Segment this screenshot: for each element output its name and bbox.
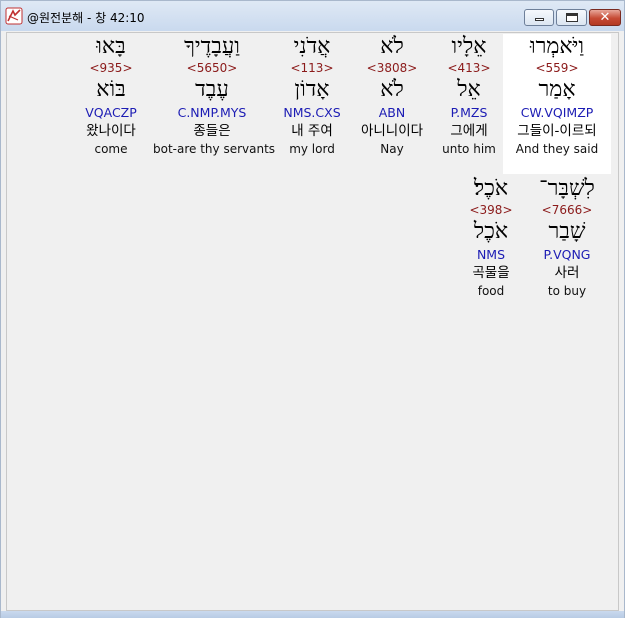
- minimize-icon: [525, 10, 553, 25]
- strong-number: <7666>: [541, 203, 593, 217]
- close-button[interactable]: ✕: [589, 9, 621, 26]
- strong-number: <3808>: [366, 61, 418, 75]
- morphology-code: P.MZS: [450, 105, 488, 120]
- morphology-code: VQACZP: [85, 105, 137, 120]
- close-icon: ✕: [599, 10, 611, 25]
- hebrew-word: לֹא: [380, 34, 404, 59]
- hebrew-lemma: שָׁבַר: [548, 219, 586, 244]
- english-gloss: bot-are thy servants: [153, 142, 276, 156]
- word-cell[interactable]: וַעֲבָדֶיךָ <5650> עֶבֶד C.NMP.MYS 종들은 bot-ar…: [153, 34, 276, 174]
- title-bar[interactable]: @원전분해 - 창 42:10 ✕: [1, 1, 624, 31]
- window-bottom-frame: [1, 611, 624, 618]
- window-title: @원전분해 - 창 42:10: [27, 11, 145, 25]
- verse-analysis-pane: וַיֹּאמְרוּ <559> אָמַר CW.VQIMZP 그들이-이르되 And…: [6, 32, 619, 611]
- word-cell[interactable]: אֲדֹנִי <113> אָדוֹן NMS.CXS 내 주여 my lord: [277, 34, 347, 174]
- hebrew-lemma: אֹכֶל: [473, 219, 509, 244]
- strong-number: <413>: [447, 61, 491, 75]
- hebrew-lemma: אָמַר: [538, 77, 576, 102]
- morphology-code: NMS.CXS: [283, 105, 341, 120]
- word-cell[interactable]: אֵלָיו <413> אֵל P.MZS 그에게 unto him: [438, 34, 500, 174]
- minimize-button[interactable]: [524, 9, 554, 26]
- word-cell[interactable]: אֹכֶל׃ <398> אֹכֶל NMS 곡물을 food: [463, 176, 519, 312]
- hebrew-word: בָּאוּ: [96, 34, 126, 59]
- strong-number: <559>: [535, 61, 579, 75]
- morphology-code: NMS: [476, 247, 506, 262]
- maximize-icon: [557, 10, 586, 25]
- korean-gloss: 그들이-이르되: [517, 123, 597, 139]
- hebrew-lemma: לֹא: [380, 77, 404, 102]
- morphology-code: CW.VQIMZP: [520, 105, 594, 120]
- morphology-code: P.VQNG: [543, 247, 591, 262]
- korean-gloss: 곡물을: [472, 265, 510, 281]
- maximize-button[interactable]: [556, 9, 587, 26]
- english-gloss: food: [477, 284, 505, 298]
- hebrew-lemma: בּוֹא: [96, 77, 126, 102]
- hebrew-word: וַעֲבָדֶיךָ: [184, 34, 240, 59]
- app-icon: [5, 7, 23, 25]
- korean-gloss: 아니니이다: [360, 123, 424, 139]
- hebrew-word: אֵלָיו: [451, 34, 487, 59]
- word-cell[interactable]: בָּאוּ <935> בּוֹא VQACZP 왔나이다 come: [78, 34, 144, 174]
- hebrew-lemma: עֶבֶד: [195, 77, 229, 102]
- hebrew-word: לִשְׁבָּר־: [539, 176, 595, 201]
- english-gloss: come: [94, 142, 128, 156]
- word-cell[interactable]: וַיֹּאמְרוּ <559> אָמַר CW.VQIMZP 그들이-이르되 And…: [503, 34, 611, 174]
- korean-gloss: 종들은: [193, 123, 231, 139]
- strong-number: <5650>: [186, 61, 238, 75]
- english-gloss: to buy: [547, 284, 587, 298]
- english-gloss: Nay: [380, 142, 404, 156]
- app-window: @원전분해 - 창 42:10 ✕ וַיֹּאמְרוּ <559> אָמַר C…: [0, 0, 625, 618]
- korean-gloss: 그에게: [450, 123, 488, 139]
- hebrew-word: אֹכֶל׃: [473, 176, 509, 201]
- strong-number: <113>: [290, 61, 334, 75]
- hebrew-word: וַיֹּאמְרוּ: [529, 34, 585, 59]
- english-gloss: And they said: [515, 142, 599, 156]
- hebrew-lemma: אָדוֹן: [294, 77, 330, 102]
- morphology-code: C.NMP.MYS: [177, 105, 247, 120]
- morphology-code: ABN: [378, 105, 406, 120]
- english-gloss: my lord: [289, 142, 335, 156]
- strong-number: <935>: [89, 61, 133, 75]
- strong-number: <398>: [469, 203, 513, 217]
- word-cell[interactable]: לִשְׁבָּר־ <7666> שָׁבַר P.VQNG 사러 to buy: [531, 176, 603, 312]
- hebrew-word: אֲדֹנִי: [293, 34, 331, 59]
- korean-gloss: 내 주여: [291, 123, 333, 139]
- english-gloss: unto him: [442, 142, 496, 156]
- word-cell[interactable]: לֹא <3808> לֹא ABN 아니니이다 Nay: [355, 34, 429, 174]
- korean-gloss: 사러: [554, 265, 580, 281]
- hebrew-lemma: אֵל: [457, 77, 481, 102]
- korean-gloss: 왔나이다: [86, 123, 136, 139]
